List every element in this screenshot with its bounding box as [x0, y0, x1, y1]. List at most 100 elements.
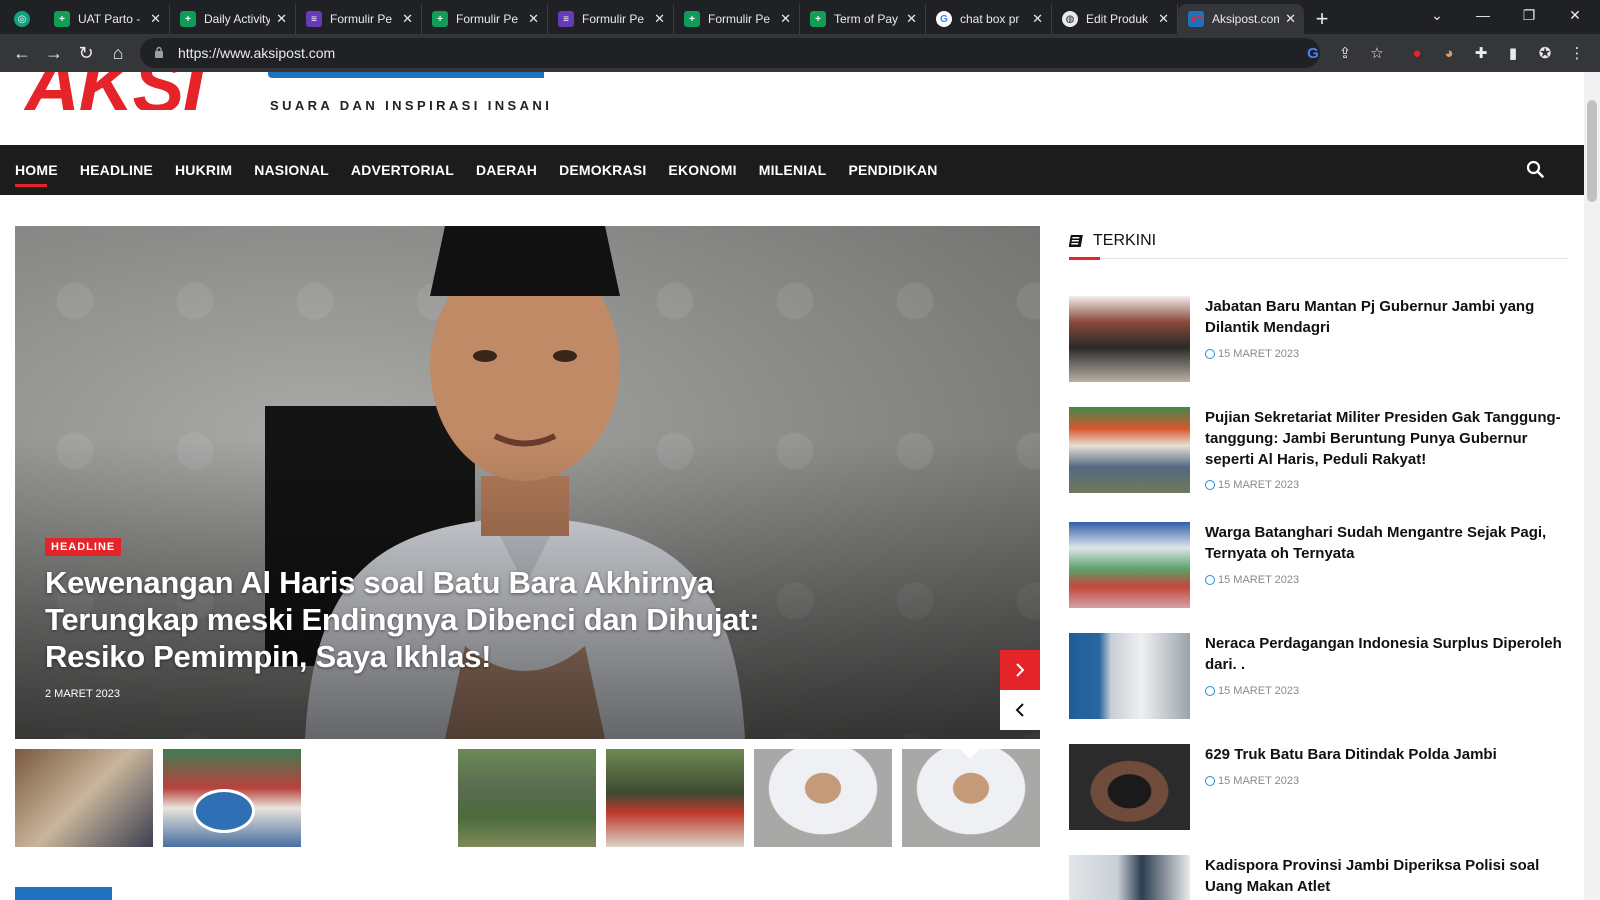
post-date: 15 MARET 2023	[1205, 574, 1299, 586]
slider-prev-button[interactable]	[1000, 690, 1040, 730]
profile-avatar-icon[interactable]: ✪	[1532, 40, 1558, 66]
close-tab-icon[interactable]: ✕	[1158, 11, 1169, 27]
active-thumb-indicator	[960, 749, 980, 759]
hero-category-badge[interactable]: HEADLINE	[45, 538, 122, 556]
google-lens-icon[interactable]: G	[1300, 40, 1326, 66]
tab-search-chevron-icon[interactable]: ⌄	[1414, 0, 1460, 30]
nav-advertorial[interactable]: ADVERTORIAL	[351, 162, 454, 178]
lock-icon	[154, 46, 170, 61]
tab-formulir-3[interactable]: ≡ Formulir Pe ✕	[548, 4, 674, 34]
tab-formulir-4[interactable]: + Formulir Pe ✕	[674, 4, 800, 34]
page-scrollbar[interactable]	[1584, 72, 1600, 900]
hero-title[interactable]: Kewenangan Al Haris soal Batu Bara Akhir…	[45, 564, 785, 675]
close-tab-icon[interactable]: ✕	[402, 11, 413, 27]
slider-thumbnail[interactable]	[458, 749, 596, 847]
post-thumbnail[interactable]	[1069, 522, 1190, 608]
close-tab-icon[interactable]: ✕	[654, 11, 665, 27]
stop-badge-graphic	[193, 789, 255, 833]
nav-daerah[interactable]: DAERAH	[476, 162, 537, 178]
close-tab-icon[interactable]: ✕	[528, 11, 539, 27]
extension-red-icon[interactable]: ●	[1404, 40, 1430, 66]
post-thumbnail[interactable]	[1069, 633, 1190, 719]
close-tab-icon[interactable]: ✕	[276, 11, 287, 27]
post-title[interactable]: Jabatan Baru Mantan Pj Gubernur Jambi ya…	[1205, 296, 1568, 338]
new-tab-button[interactable]: +	[1304, 4, 1340, 34]
tab-chatgpt[interactable]: ◎	[0, 4, 44, 34]
nav-pendidikan[interactable]: PENDIDIKAN	[848, 162, 937, 178]
url-text: https://www.aksipost.com	[178, 45, 336, 61]
menu-kebab-icon[interactable]: ⋮	[1564, 40, 1590, 66]
tab-daily-activity[interactable]: + Daily Activity ✕	[170, 4, 296, 34]
tab-edit-produk[interactable]: ◍ Edit Produk ✕	[1052, 4, 1178, 34]
restore-button[interactable]: ❐	[1506, 0, 1552, 30]
chevron-left-icon	[1015, 703, 1024, 717]
chatgpt-icon: ◎	[14, 11, 30, 27]
bookmark-star-icon[interactable]: ☆	[1364, 40, 1390, 66]
browser-tab-bar: ◎ + UAT Parto - ✕ + Daily Activity ✕ ≡ F…	[0, 0, 1600, 34]
sheets-icon: +	[180, 11, 196, 27]
tab-aksipost[interactable]: AP Aksipost.com ✕	[1178, 4, 1304, 34]
sheets-icon: +	[432, 11, 448, 27]
post-thumbnail[interactable]	[1069, 296, 1190, 382]
reload-button[interactable]: ↻	[70, 37, 102, 69]
nav-nasional[interactable]: NASIONAL	[254, 162, 329, 178]
clock-icon	[1205, 480, 1215, 490]
address-bar[interactable]: https://www.aksipost.com	[140, 38, 1320, 68]
post-date: 15 MARET 2023	[1205, 479, 1299, 491]
share-icon[interactable]: ⇪	[1332, 40, 1358, 66]
close-tab-icon[interactable]: ✕	[150, 11, 161, 27]
back-button[interactable]: ←	[6, 37, 38, 69]
scrollbar-thumb[interactable]	[1587, 100, 1597, 202]
home-button[interactable]: ⌂	[102, 37, 134, 69]
list-item[interactable]: Neraca Perdagangan Indonesia Surplus Dip…	[1069, 633, 1568, 719]
post-thumbnail[interactable]	[1069, 407, 1190, 493]
nav-milenial[interactable]: MILENIAL	[759, 162, 827, 178]
nav-ekonomi[interactable]: EKONOMI	[668, 162, 736, 178]
post-thumbnail[interactable]	[1069, 744, 1190, 830]
close-tab-icon[interactable]: ✕	[780, 11, 791, 27]
tab-term-of-pay[interactable]: + Term of Pay ✕	[800, 4, 926, 34]
slider-next-button[interactable]	[1000, 650, 1040, 690]
side-panel-icon[interactable]: ▮	[1500, 40, 1526, 66]
tab-formulir-2[interactable]: + Formulir Pe ✕	[422, 4, 548, 34]
close-tab-icon[interactable]: ✕	[906, 11, 917, 27]
slider-thumbnail[interactable]	[15, 749, 153, 847]
close-tab-icon[interactable]: ✕	[1285, 11, 1296, 27]
forward-button[interactable]: →	[38, 37, 70, 69]
list-item[interactable]: Pujian Sekretariat Militer Presiden Gak …	[1069, 407, 1568, 493]
nav-demokrasi[interactable]: DEMOKRASI	[559, 162, 646, 178]
sidebar-heading: TERKINI	[1069, 232, 1156, 250]
post-title[interactable]: Pujian Sekretariat Militer Presiden Gak …	[1205, 407, 1568, 470]
tab-formulir-1[interactable]: ≡ Formulir Pe ✕	[296, 4, 422, 34]
list-item[interactable]: Jabatan Baru Mantan Pj Gubernur Jambi ya…	[1069, 296, 1568, 382]
minimize-button[interactable]: —	[1460, 0, 1506, 30]
post-title[interactable]: Neraca Perdagangan Indonesia Surplus Dip…	[1205, 633, 1568, 675]
list-item[interactable]: Kadispora Provinsi Jambi Diperiksa Polis…	[1069, 855, 1568, 900]
tab-chat-box[interactable]: G chat box pr ✕	[926, 4, 1052, 34]
post-date: 15 MARET 2023	[1205, 685, 1299, 697]
close-window-button[interactable]: ✕	[1552, 0, 1598, 30]
tab-uat-parto[interactable]: + UAT Parto - ✕	[44, 4, 170, 34]
featured-slider[interactable]: HEADLINE Kewenangan Al Haris soal Batu B…	[15, 226, 1040, 739]
extension-face-icon[interactable]: ◕	[1436, 40, 1462, 66]
list-item[interactable]: 629 Truk Batu Bara Ditindak Polda Jambi …	[1069, 744, 1568, 830]
sheets-icon: +	[684, 11, 700, 27]
nav-hukrim[interactable]: HUKRIM	[175, 162, 232, 178]
post-thumbnail[interactable]	[1069, 855, 1190, 900]
post-title[interactable]: Kadispora Provinsi Jambi Diperiksa Polis…	[1205, 855, 1568, 897]
clock-icon	[1205, 575, 1215, 585]
slider-thumbnail[interactable]	[606, 749, 744, 847]
slider-thumbnail[interactable]	[163, 749, 301, 847]
list-item[interactable]: Warga Batanghari Sudah Mengantre Sejak P…	[1069, 522, 1568, 608]
close-tab-icon[interactable]: ✕	[1032, 11, 1043, 27]
post-title[interactable]: Warga Batanghari Sudah Mengantre Sejak P…	[1205, 522, 1568, 564]
slider-thumbnail[interactable]	[754, 749, 892, 847]
sidebar-heading-text: TERKINI	[1093, 232, 1157, 249]
slider-thumbnail-active[interactable]	[902, 749, 1040, 847]
search-icon[interactable]	[1526, 160, 1544, 178]
nav-headline[interactable]: HEADLINE	[80, 162, 153, 178]
nav-home[interactable]: HOME	[15, 162, 58, 187]
post-title[interactable]: 629 Truk Batu Bara Ditindak Polda Jambi	[1205, 744, 1568, 765]
sheets-icon: +	[810, 11, 826, 27]
extensions-puzzle-icon[interactable]: ✚	[1468, 40, 1494, 66]
